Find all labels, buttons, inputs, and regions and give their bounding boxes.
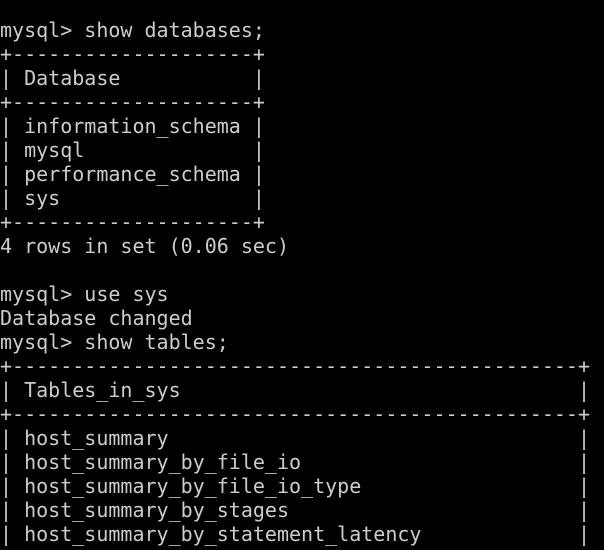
table-border-header: +---------------------------------------… bbox=[0, 402, 591, 426]
table-header-tables-in-sys: | Tables_in_sys | bbox=[0, 378, 591, 402]
table-border-header: +--------------------+ bbox=[0, 90, 265, 114]
table-row: | mysql | bbox=[0, 138, 265, 162]
result-summary: 4 rows in set (0.06 sec) bbox=[0, 234, 289, 258]
table-row: | host_summary_by_stages | bbox=[0, 498, 591, 522]
prompt-line-show-databases: mysql> show databases; bbox=[0, 18, 265, 42]
terminal-window[interactable]: mysql> show databases; +----------------… bbox=[0, 0, 604, 550]
table-row: | host_summary_by_file_io_type | bbox=[0, 474, 591, 498]
table-row: | host_summary_by_file_io | bbox=[0, 450, 591, 474]
table-row: | host_summary_by_statement_latency | bbox=[0, 522, 591, 546]
status-message: Database changed bbox=[0, 306, 193, 330]
table-row: | host_summary | bbox=[0, 426, 591, 450]
prompt-line-use-sys: mysql> use sys bbox=[0, 282, 169, 306]
table-row: | information_schema | bbox=[0, 114, 265, 138]
table-border-bottom: +--------------------+ bbox=[0, 210, 265, 234]
table-header-database: | Database | bbox=[0, 66, 265, 90]
table-border-top: +---------------------------------------… bbox=[0, 354, 591, 378]
table-border-top: +--------------------+ bbox=[0, 42, 265, 66]
table-row: | sys | bbox=[0, 186, 265, 210]
table-row: | performance_schema | bbox=[0, 162, 265, 186]
prompt-line-show-tables: mysql> show tables; bbox=[0, 330, 229, 354]
